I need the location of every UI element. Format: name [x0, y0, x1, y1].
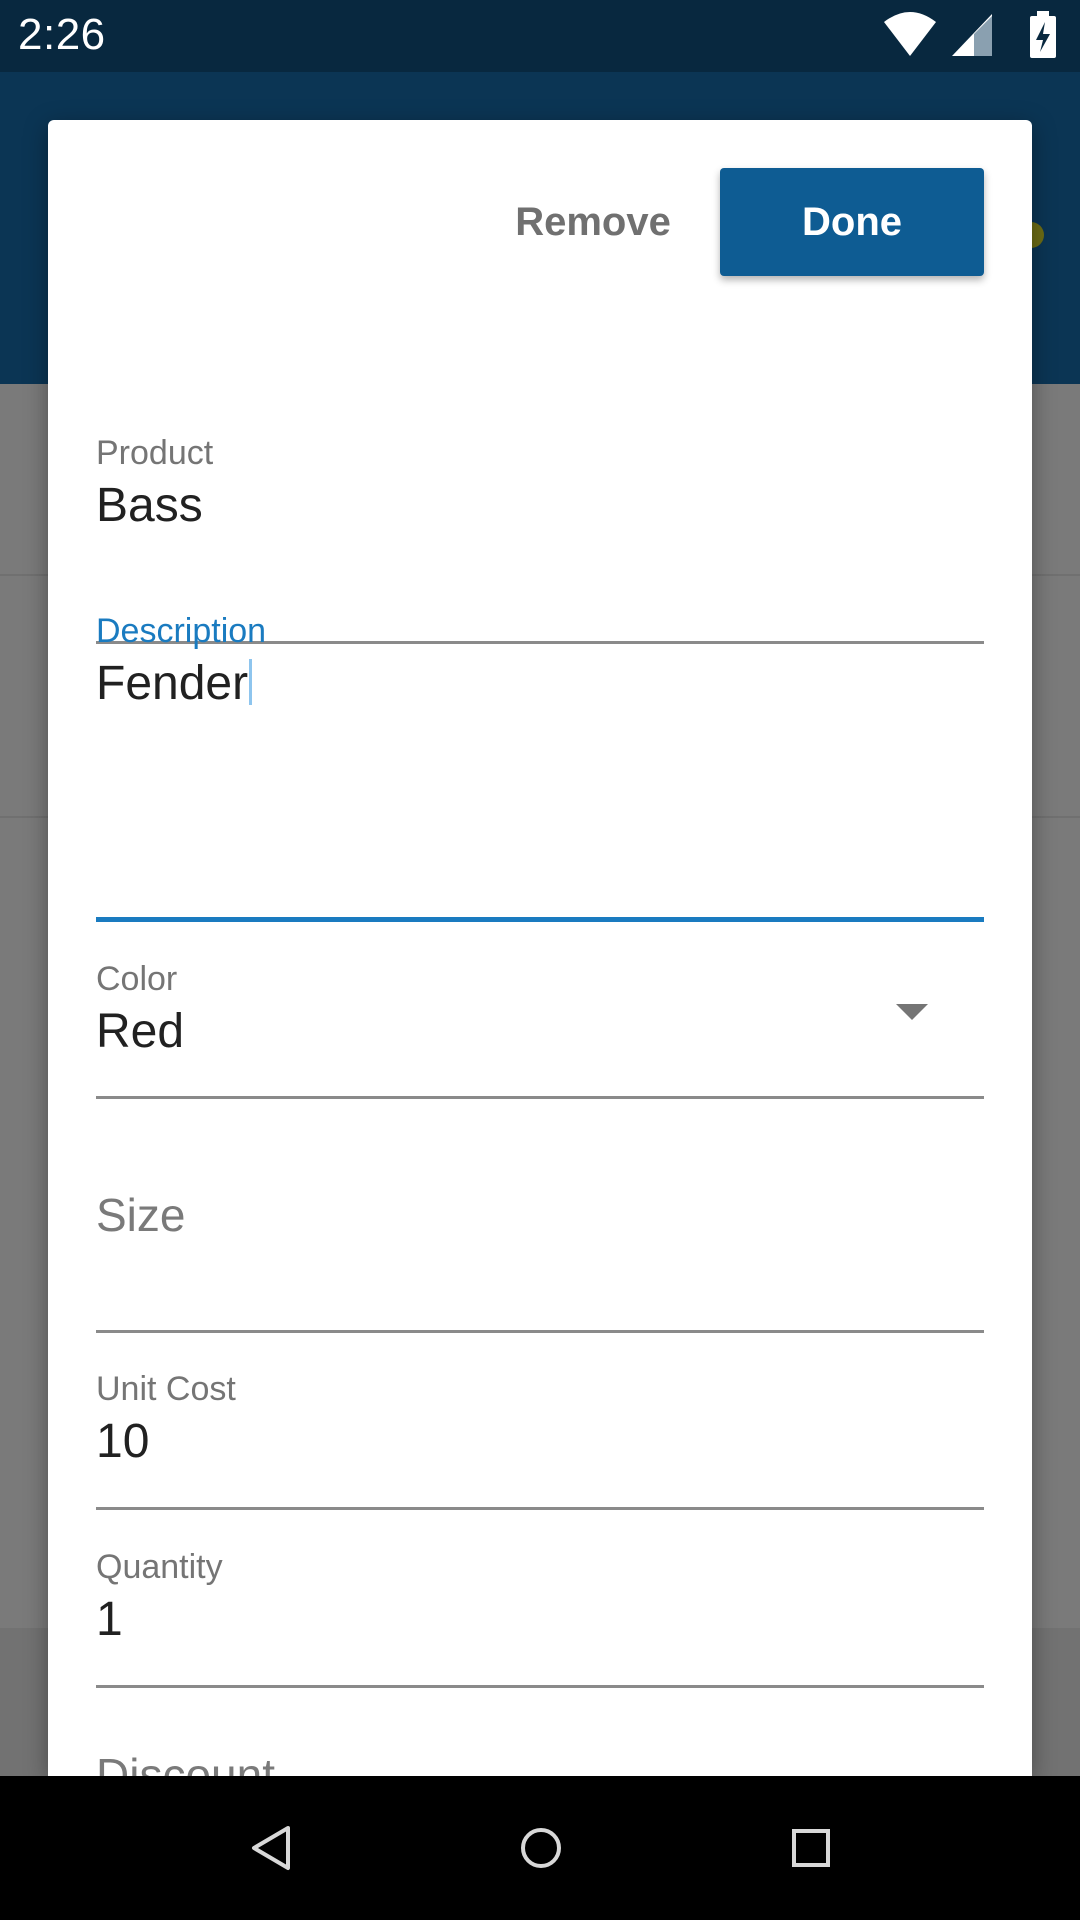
remove-button[interactable]: Remove [488, 168, 698, 276]
description-text: Fender [96, 657, 249, 710]
product-label: Product [96, 434, 214, 472]
unit-cost-field[interactable]: Unit Cost 10 [96, 1342, 984, 1512]
size-underline [96, 1330, 984, 1333]
done-button[interactable]: Done [720, 168, 984, 276]
discount-field[interactable]: Discount [96, 1720, 984, 1776]
cell-signal-icon [952, 14, 992, 56]
size-placeholder: Size [96, 1189, 186, 1241]
back-icon[interactable] [248, 1824, 294, 1872]
color-value: Red [96, 1005, 185, 1058]
status-bar: 2:26 [0, 0, 1080, 72]
dropdown-arrow-icon [896, 1004, 928, 1020]
recents-icon[interactable] [788, 1824, 834, 1872]
unit-cost-underline [96, 1507, 984, 1510]
discount-placeholder: Discount [96, 1749, 275, 1776]
quantity-value: 1 [96, 1593, 123, 1646]
battery-charging-icon [1030, 11, 1056, 58]
description-value: Fender [96, 656, 253, 711]
unit-cost-label: Unit Cost [96, 1370, 236, 1408]
color-underline [96, 1096, 984, 1099]
size-field[interactable]: Size [96, 1160, 984, 1335]
description-label: Description [96, 612, 267, 650]
navigation-bar [0, 1776, 1080, 1920]
description-field[interactable]: Description Fender [96, 490, 984, 924]
unit-cost-value: 10 [96, 1415, 150, 1468]
status-time: 2:26 [18, 10, 106, 59]
quantity-underline [96, 1685, 984, 1688]
color-label: Color [96, 960, 178, 998]
home-icon[interactable] [518, 1824, 564, 1872]
wifi-icon [884, 12, 936, 56]
color-dropdown[interactable]: Color Red [96, 930, 984, 1100]
quantity-field[interactable]: Quantity 1 [96, 1520, 984, 1690]
edit-item-dialog: Remove Done Product Bass Description Fen… [48, 120, 1032, 1776]
description-underline [96, 917, 984, 922]
text-cursor [249, 659, 253, 705]
quantity-label: Quantity [96, 1548, 223, 1586]
